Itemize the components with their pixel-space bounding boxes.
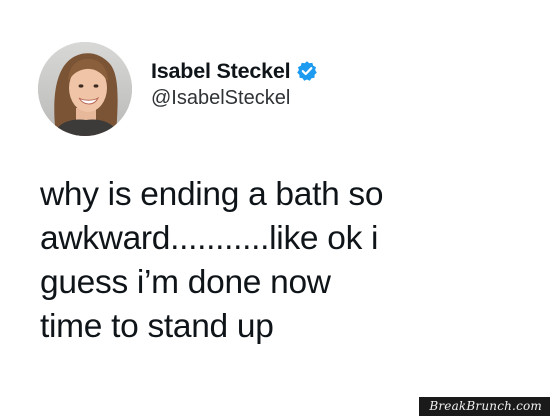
verified-badge-icon [296,60,318,82]
tweet-text-line: why is ending a bath so [40,176,384,213]
tweet-text-line: awkward...........like ok i [40,220,379,257]
name-row: Isabel Steckel [151,57,318,85]
tweet-text: why is ending a bath so awkward.........… [40,173,540,349]
watermark: BreakBrunch.com [419,397,550,416]
tweet-text-line: guess i’m done now [40,264,331,301]
tweet-card: Isabel Steckel @IsabelSteckel why is end… [0,0,550,416]
profile-photo [38,42,132,136]
user-handle[interactable]: @IsabelSteckel [151,87,318,110]
author-block: Isabel Steckel @IsabelSteckel [151,57,318,110]
display-name[interactable]: Isabel Steckel [151,59,291,84]
tweet-text-line: time to stand up [40,308,274,345]
avatar[interactable] [38,42,132,136]
